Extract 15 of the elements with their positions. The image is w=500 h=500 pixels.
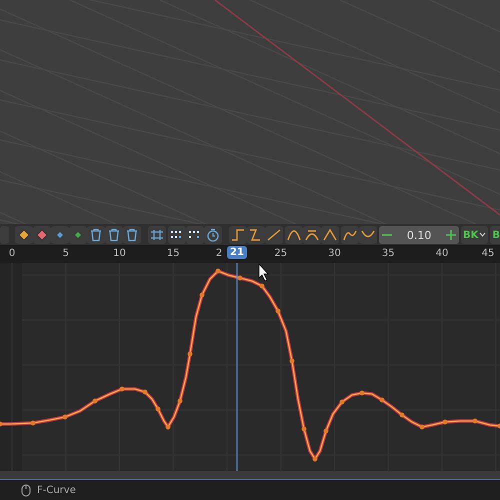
frame-label: 5 — [62, 248, 69, 260]
frame-label: 0 — [8, 248, 16, 260]
step-field[interactable]: 0.10 — [379, 226, 460, 244]
keying-button[interactable]: B — [490, 226, 500, 244]
frame-label: 25 — [274, 248, 288, 260]
frame-label: 45 — [482, 248, 494, 260]
frame-label: 40 — [436, 248, 448, 260]
frame-label: 2 — [216, 248, 222, 260]
frame-label: 35 — [382, 248, 395, 260]
frame-label: 15 — [166, 248, 180, 260]
status-text: F-Curve — [37, 484, 76, 496]
frame-label: 10 — [113, 248, 126, 260]
frame-label: 30 — [328, 248, 341, 260]
current-frame-indicator[interactable]: 21 — [227, 246, 247, 260]
keying-set-dropdown[interactable]: BK — [461, 226, 488, 244]
